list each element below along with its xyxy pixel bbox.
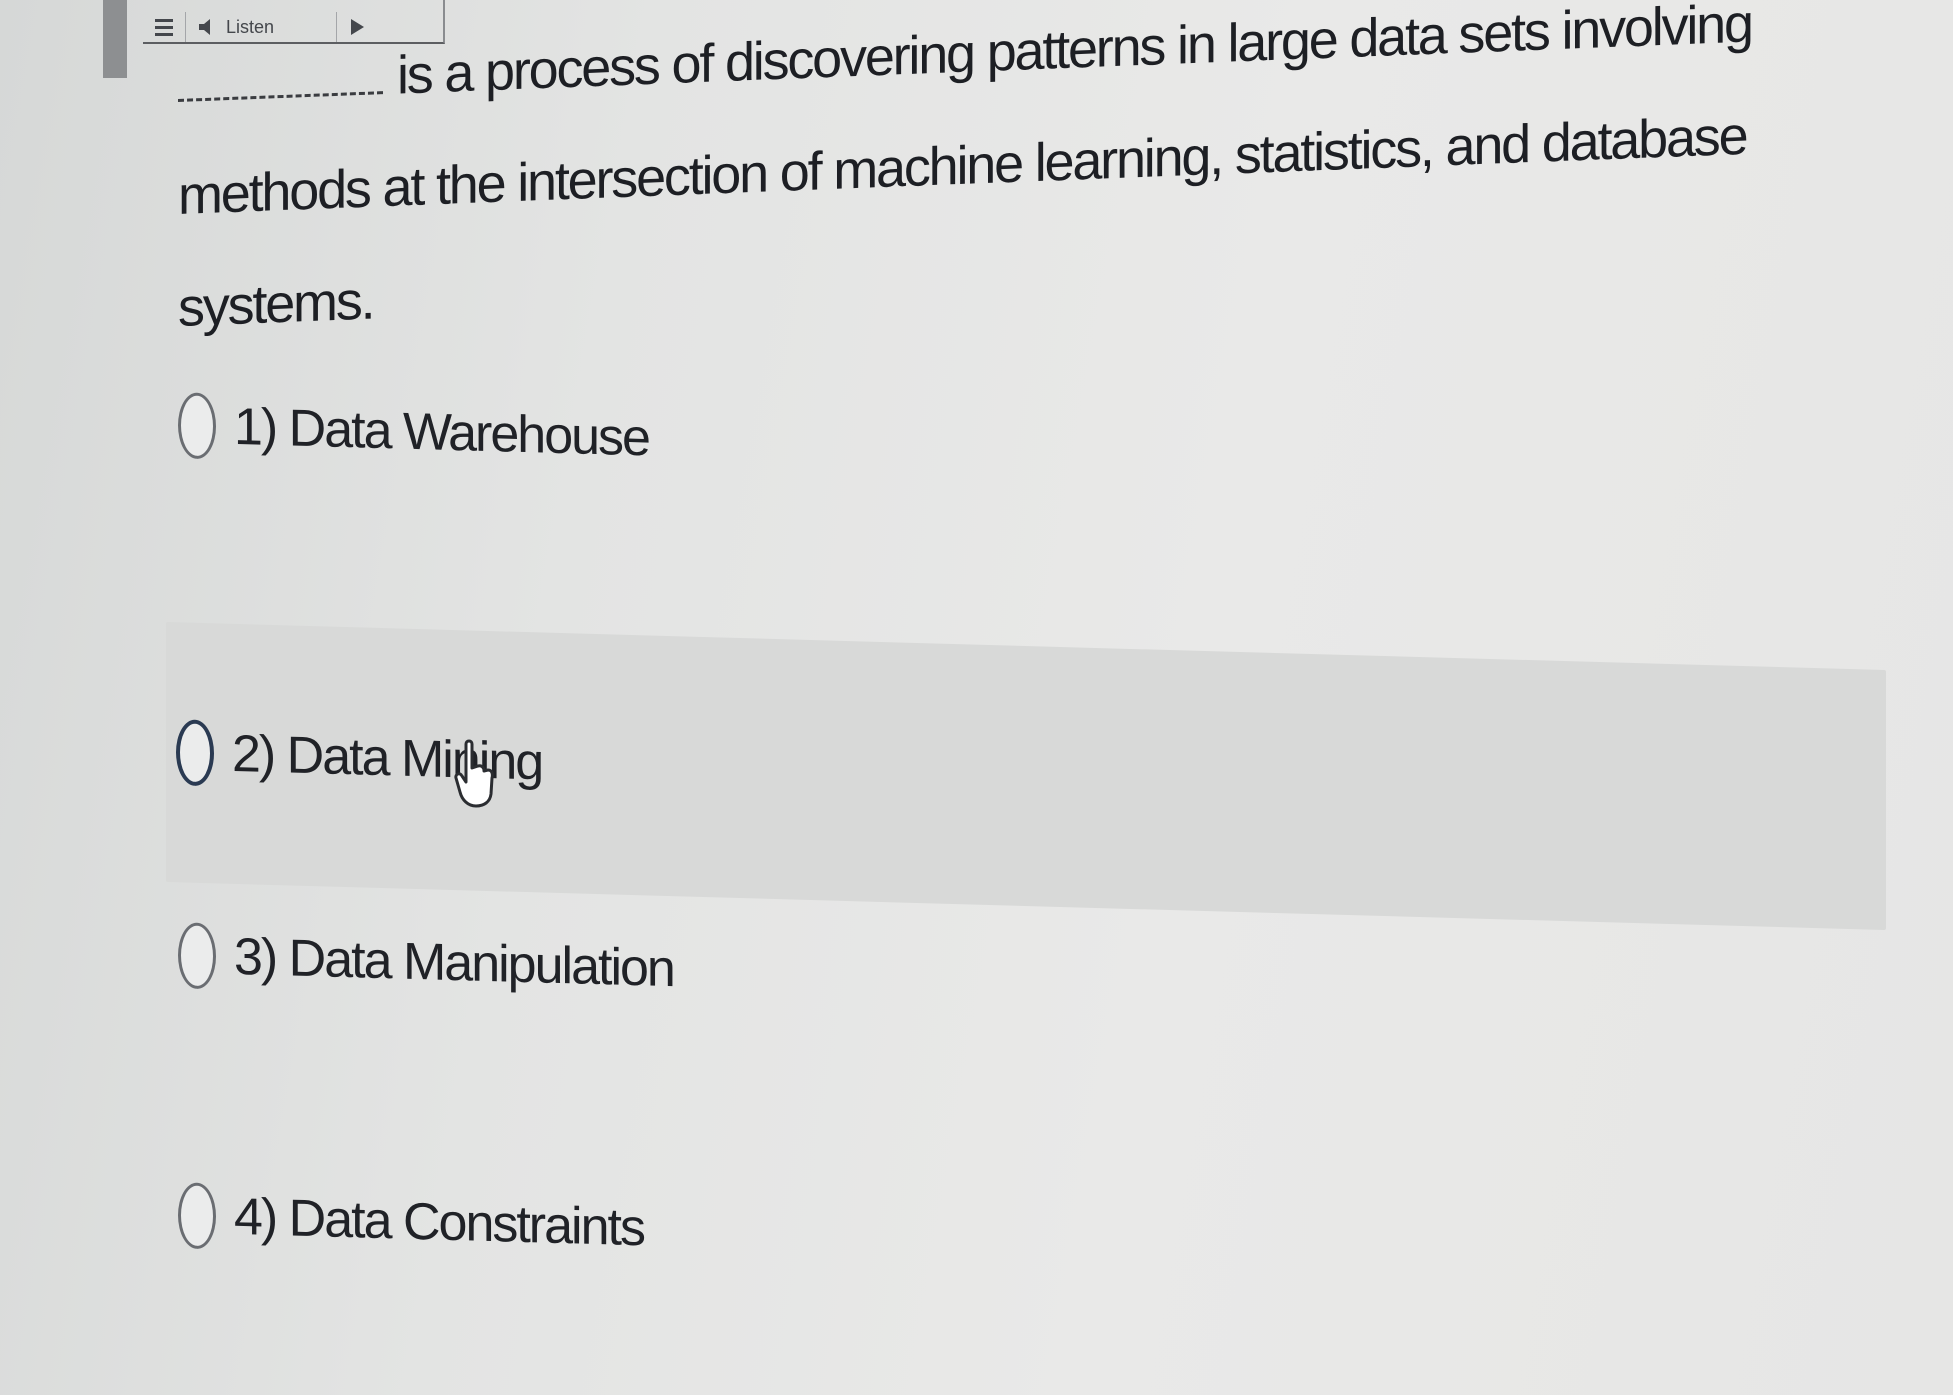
left-edge-bar bbox=[103, 0, 127, 78]
option-1[interactable]: 1) Data Warehouse bbox=[168, 360, 649, 503]
answer-blank bbox=[178, 85, 383, 102]
option-3[interactable]: 3) Data Manipulation bbox=[168, 890, 674, 1034]
radio-option-1[interactable] bbox=[178, 392, 216, 460]
option-3-label: 3) Data Manipulation bbox=[234, 927, 674, 999]
option-4[interactable]: 4) Data Constraints bbox=[168, 1150, 644, 1293]
question-body: is a process of discovering patterns in … bbox=[178, 0, 1752, 338]
radio-option-3[interactable] bbox=[178, 922, 216, 990]
radio-option-4[interactable] bbox=[178, 1182, 216, 1250]
menu-icon bbox=[153, 16, 175, 38]
question-text: is a process of discovering patterns in … bbox=[178, 0, 1898, 364]
option-1-label: 1) Data Warehouse bbox=[234, 397, 649, 468]
hand-cursor-icon bbox=[448, 738, 498, 815]
option-2[interactable]: 2) Data Mining bbox=[166, 622, 1886, 931]
radio-option-2[interactable] bbox=[176, 719, 214, 787]
option-4-label: 4) Data Constraints bbox=[234, 1187, 644, 1258]
